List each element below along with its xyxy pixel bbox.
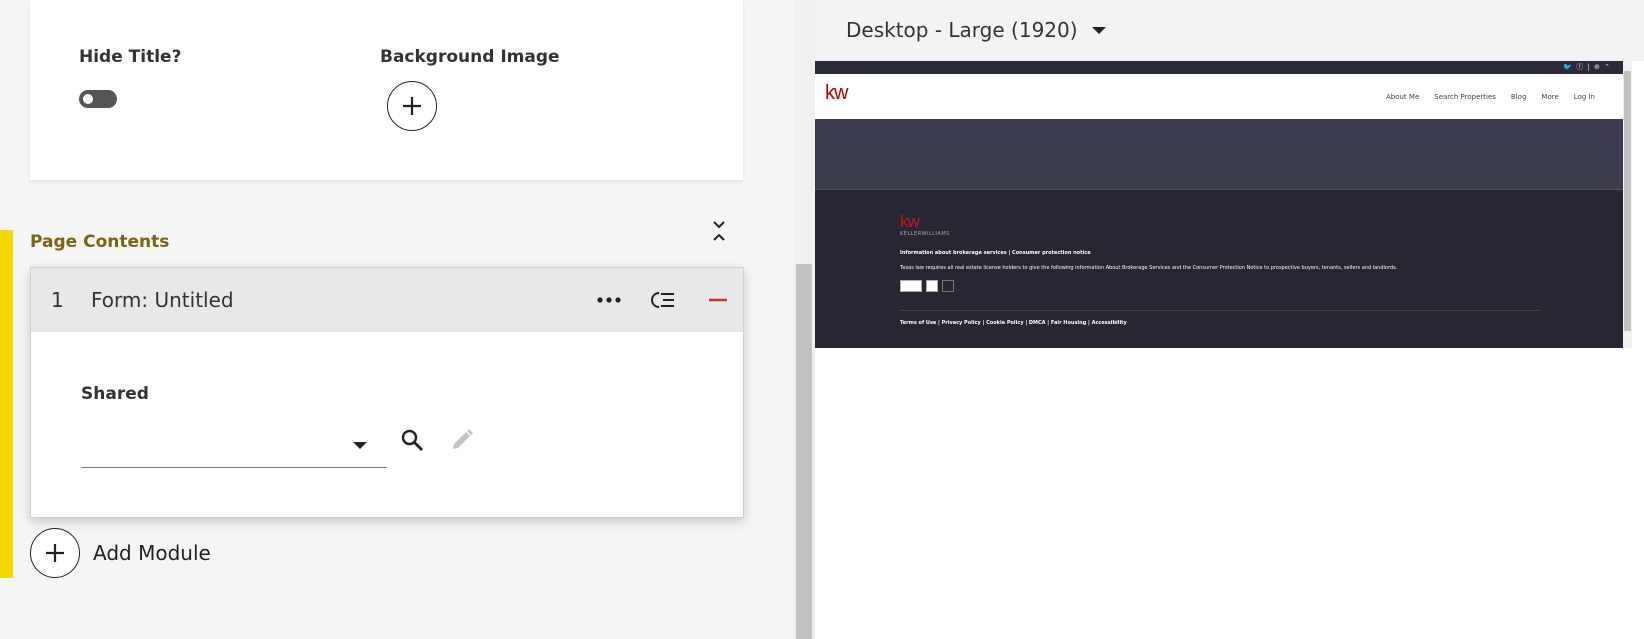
module-card: 1 Form: Untitled Shared: [30, 267, 744, 518]
hide-title-toggle[interactable]: [79, 90, 117, 108]
footer-kw-logo: kw: [900, 212, 920, 231]
equal-housing-icon: [900, 280, 922, 292]
add-module-control[interactable]: Add Module: [30, 528, 211, 578]
footer-divider: [900, 310, 1540, 311]
page-contents-label: Page Contents: [30, 232, 170, 252]
site-preview[interactable]: 🐦 ⓕ | ⊕ ⌃ kw About Me Search Properties …: [815, 61, 1623, 348]
module-index: 1: [51, 288, 64, 312]
preview-toolbar: Desktop - Large (1920): [815, 0, 1644, 61]
chevron-down-icon: [353, 442, 367, 449]
kw-logo: kw: [825, 82, 848, 104]
preview-utility-bar: 🐦 ⓕ | ⊕ ⌃: [815, 61, 1623, 74]
nav-item: Log In: [1573, 93, 1595, 101]
nav-item: Blog: [1510, 93, 1527, 101]
footer-notice: Texas law requires all real estate licen…: [900, 265, 1398, 271]
preview-panel: Desktop - Large (1920) 🐦 ⓕ | ⊕ ⌃ kw Abou…: [815, 0, 1644, 639]
module-header[interactable]: 1 Form: Untitled: [31, 268, 743, 332]
toggle-knob: [83, 94, 93, 104]
section-settings-card: Hide Title? Background Image: [30, 0, 743, 180]
preview-scrollbar[interactable]: [1623, 61, 1632, 348]
realtor-icon: [926, 280, 938, 292]
footer-badges: [900, 280, 954, 292]
search-icon[interactable]: [397, 425, 427, 455]
nav-item: More: [1541, 93, 1559, 101]
module-title: Form: Untitled: [91, 288, 234, 312]
settings-list-icon[interactable]: [646, 284, 680, 316]
edit-pencil-icon[interactable]: [447, 425, 477, 455]
preview-nav-items: About Me Search Properties Blog More Log…: [1386, 93, 1595, 101]
chevron-down-icon: [1091, 26, 1106, 34]
add-background-image-button[interactable]: [387, 81, 437, 131]
device-size-dropdown[interactable]: Desktop - Large (1920): [846, 18, 1106, 42]
plus-icon: [46, 544, 64, 562]
footer-logo-sub: KELLERWILLIAMS: [900, 231, 950, 237]
preview-scrollbar-thumb[interactable]: [1624, 71, 1631, 331]
plus-icon: [403, 97, 421, 115]
social-icons: 🐦 ⓕ | ⊕ ⌃: [1563, 63, 1611, 71]
collapse-icon[interactable]: [708, 218, 730, 244]
hide-title-label: Hide Title?: [79, 47, 182, 67]
shared-select[interactable]: [81, 428, 387, 468]
shared-label: Shared: [81, 384, 149, 404]
remove-module-icon[interactable]: [701, 284, 735, 316]
device-size-label: Desktop - Large (1920): [846, 18, 1078, 42]
preview-nav: kw About Me Search Properties Blog More …: [815, 74, 1623, 119]
background-image-label: Background Image: [380, 47, 560, 67]
add-module-label: Add Module: [93, 541, 211, 565]
mls-icon: [942, 280, 954, 292]
editor-scrollbar-thumb[interactable]: [796, 264, 812, 639]
nav-item: About Me: [1385, 93, 1420, 101]
more-options-icon[interactable]: [592, 284, 626, 316]
preview-hero: [815, 119, 1623, 190]
footer-legal-links: Terms of Use | Privacy Policy | Cookie P…: [900, 320, 1127, 326]
footer-links: Information about brokerage services | C…: [900, 250, 1091, 256]
preview-footer: kw KELLERWILLIAMS Information about brok…: [815, 190, 1623, 348]
active-section-indicator: [0, 230, 13, 578]
add-module-button[interactable]: [30, 528, 80, 578]
editor-panel: Hide Title? Background Image Page Conten…: [0, 0, 795, 639]
nav-item: Search Properties: [1434, 93, 1496, 101]
editor-scrollbar[interactable]: [795, 0, 815, 639]
